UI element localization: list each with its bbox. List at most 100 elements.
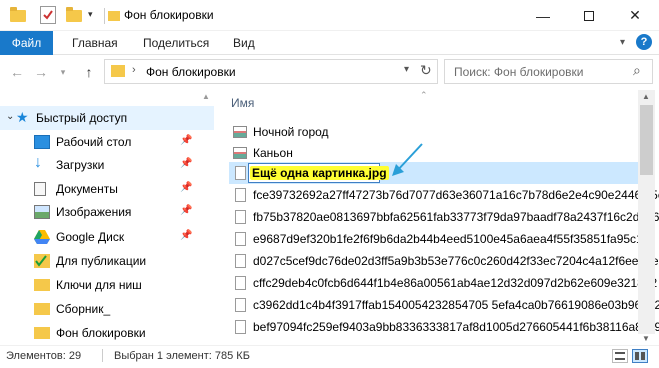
sidebar-item-pictures[interactable]: Изображения 📌 xyxy=(0,200,214,224)
google-drive-icon xyxy=(34,230,50,244)
arrow-left-icon: ← xyxy=(10,64,24,80)
annotation-arrow-icon xyxy=(392,143,423,176)
column-sort-icon: ⌃ xyxy=(420,90,428,100)
tab-file[interactable]: Файл xyxy=(0,31,53,55)
sidebar-item-documents[interactable]: Документы 📌 xyxy=(0,177,214,201)
sidebar-item-for-publication[interactable]: Для публикации xyxy=(0,249,214,273)
folder-icon xyxy=(34,303,50,315)
tab-view[interactable]: Вид xyxy=(233,36,255,50)
file-name: fb75b37820ae0813697bbfa62561fab33773f79d… xyxy=(253,210,659,224)
folder-icon xyxy=(34,279,50,291)
selection-info: Выбран 1 элемент: 785 КБ xyxy=(114,350,250,362)
sidebar-item-label: Быстрый доступ xyxy=(36,111,128,125)
chevron-down-icon: ▾ xyxy=(60,66,66,77)
title-folder-icon xyxy=(108,11,120,21)
scroll-down-icon[interactable]: ▼ xyxy=(642,334,650,343)
maximize-button[interactable] xyxy=(566,0,612,31)
file-name: bef97094fc259ef9403a9bb8336333817af8d100… xyxy=(253,320,659,334)
new-folder-quick-icon[interactable] xyxy=(66,7,82,22)
pin-icon[interactable]: 📌 xyxy=(180,182,192,194)
sidebar-item-label: Фон блокировки xyxy=(56,326,146,340)
sidebar-item-niche-keys[interactable]: Ключи для ниш xyxy=(0,273,214,297)
file-name: c3962dd1c4b4f3917ffab1540054232854705 5e… xyxy=(253,298,659,312)
file-row[interactable]: Ночной город xyxy=(229,121,638,143)
search-icon[interactable]: ⌕ xyxy=(633,62,641,79)
file-row[interactable]: fce39732692a27ff47273b76d7077d63e36071a1… xyxy=(229,184,659,206)
file-icon xyxy=(235,166,246,180)
large-icons-view-button[interactable] xyxy=(632,349,648,363)
arrow-right-icon: → xyxy=(34,64,48,80)
file-name: Ночной город xyxy=(253,125,329,139)
file-icon xyxy=(235,188,246,202)
title-separator xyxy=(104,8,105,24)
folder-check-icon xyxy=(34,254,50,268)
customize-qat-icon[interactable]: ▾ xyxy=(88,9,98,21)
sidebar-item-label: Для публикации xyxy=(56,254,147,268)
details-view-button[interactable] xyxy=(612,349,628,363)
file-name: e9687d9ef320b1fe2f6f9b6da2b44b4eed5100e4… xyxy=(253,232,653,246)
file-row[interactable]: d027c5cef9dc76de02d3ff5a9b3b53e776c0c260… xyxy=(229,250,659,272)
forward-button[interactable]: → xyxy=(32,63,50,81)
file-icon xyxy=(235,298,246,312)
back-button[interactable]: ← xyxy=(8,63,26,81)
maximize-icon xyxy=(584,10,594,21)
file-row[interactable]: Каньон xyxy=(229,142,638,164)
column-header-name[interactable]: Имя xyxy=(231,96,254,110)
image-file-icon xyxy=(233,126,247,138)
file-icon xyxy=(235,276,246,290)
file-icon xyxy=(235,254,246,268)
sidebar-item-google-drive[interactable]: Google Диск 📌 xyxy=(0,225,214,249)
address-dropdown-icon[interactable]: ▾ xyxy=(404,64,409,75)
sidebar-item-downloads[interactable]: ↓ Загрузки 📌 xyxy=(0,153,214,177)
file-row[interactable]: bef97094fc259ef9403a9bb8336333817af8d100… xyxy=(229,316,659,338)
folder-icon xyxy=(10,7,26,22)
file-name: cffc29deb4c0fcb6d644f1b4e86a00561ab4ae12… xyxy=(253,276,658,290)
window-title: Фон блокировки xyxy=(124,8,214,22)
large-icons-view-icon xyxy=(635,352,645,360)
tab-share[interactable]: Поделиться xyxy=(143,36,209,50)
sidebar-item-label: Изображения xyxy=(56,205,132,219)
file-row[interactable]: cffc29deb4c0fcb6d644f1b4e86a00561ab4ae12… xyxy=(229,272,657,294)
sidebar-item-collection[interactable]: Сборник_ xyxy=(0,297,214,321)
properties-icon[interactable] xyxy=(40,6,56,24)
sidebar-item-lockscreen-bg[interactable]: Фон блокировки xyxy=(0,321,214,345)
address-path[interactable]: Фон блокировки xyxy=(146,65,236,79)
pin-icon[interactable]: 📌 xyxy=(180,158,192,170)
desktop-icon xyxy=(34,135,50,149)
details-view-icon xyxy=(615,352,625,360)
recent-locations-button[interactable]: ▾ xyxy=(54,63,72,81)
file-icon xyxy=(235,232,246,246)
refresh-icon[interactable]: ↻ xyxy=(420,62,432,79)
sidebar-item-desktop[interactable]: Рабочий стол 📌 xyxy=(0,130,214,154)
status-bar xyxy=(0,345,659,368)
close-button[interactable]: ✕ xyxy=(612,0,658,31)
up-button[interactable]: ↑ xyxy=(80,63,98,81)
breadcrumb-separator-icon[interactable]: › xyxy=(132,64,136,76)
minimize-icon: — xyxy=(536,7,550,24)
rename-input-text[interactable]: Ещё одна картинка.jpg xyxy=(250,166,389,180)
nav-scroll-up-icon[interactable]: ▲ xyxy=(202,92,210,101)
expand-ribbon-icon[interactable]: ▾ xyxy=(620,37,625,48)
documents-icon xyxy=(34,182,46,196)
help-icon[interactable]: ? xyxy=(636,34,652,50)
file-row[interactable]: c3962dd1c4b4f3917ffab1540054232854705 5e… xyxy=(229,294,659,316)
folder-icon xyxy=(34,327,50,339)
expand-icon[interactable]: ⌄ xyxy=(6,111,14,122)
download-icon: ↓ xyxy=(34,154,42,171)
pin-icon[interactable]: 📌 xyxy=(180,230,192,242)
scrollbar-thumb[interactable] xyxy=(640,105,653,175)
tab-home[interactable]: Главная xyxy=(72,36,118,50)
file-icon xyxy=(235,320,246,334)
minimize-button[interactable]: — xyxy=(520,0,566,31)
pin-icon[interactable]: 📌 xyxy=(180,205,192,217)
star-icon: ★ xyxy=(16,109,29,125)
close-icon: ✕ xyxy=(629,7,641,23)
search-input[interactable]: Поиск: Фон блокировки xyxy=(454,65,583,79)
image-file-icon xyxy=(233,147,247,159)
pin-icon[interactable]: 📌 xyxy=(180,135,192,147)
file-row[interactable]: fb75b37820ae0813697bbfa62561fab33773f79d… xyxy=(229,206,659,228)
file-row[interactable]: e9687d9ef320b1fe2f6f9b6da2b44b4eed5100e4… xyxy=(229,228,653,250)
file-icon xyxy=(235,210,246,224)
sidebar-item-quick-access[interactable]: ⌄ ★ Быстрый доступ xyxy=(0,106,214,130)
scroll-up-icon[interactable]: ▲ xyxy=(642,92,650,101)
